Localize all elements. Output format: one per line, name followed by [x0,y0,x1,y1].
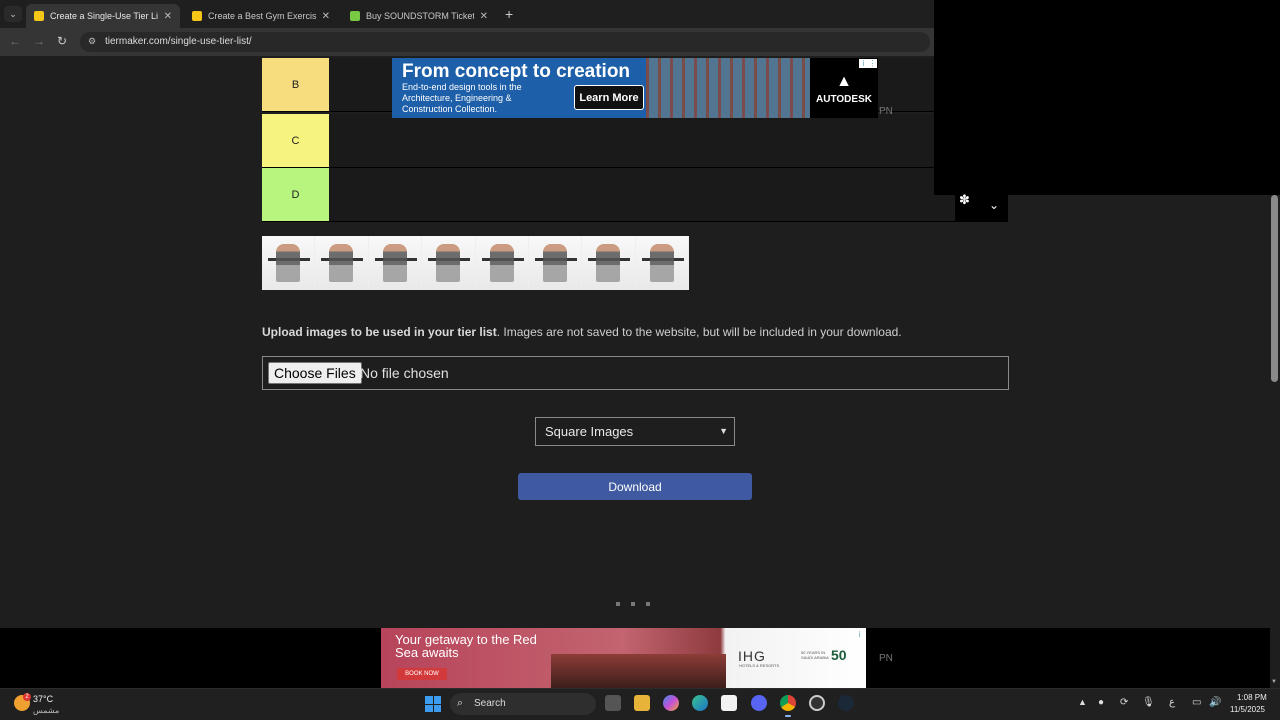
exercise-image[interactable] [635,236,689,290]
anniversary-logo: 50 [831,647,847,663]
ad-headline: Your getaway to the Red Sea awaits [395,632,537,660]
tab-title: Create a Best Gym Exercises (10 [208,11,316,21]
ad-pn-label: PN [879,106,893,117]
discord-icon[interactable] [751,695,767,711]
chevron-down-icon: ▼ [719,426,728,436]
app-icon[interactable] [809,695,825,711]
tab-search-button[interactable]: ⌄ [4,6,22,22]
weather-temperature[interactable]: 37°C [33,694,53,704]
steam-icon[interactable] [838,695,854,711]
image-shape-selected: Square Images [545,424,634,439]
taskbar-search-label: Search [474,698,506,709]
clock-date[interactable]: 11/5/2025 [1230,705,1265,714]
task-view-icon[interactable] [605,695,621,711]
upload-instructions-bold: Upload images to be used in your tier li… [262,325,497,339]
exercise-image[interactable] [315,236,369,290]
upload-instructions-rest: . Images are not saved to the website, b… [496,325,902,339]
ad-subtext: End-to-end design tools in the Architect… [402,82,522,114]
close-tab-icon[interactable]: ✕ [480,11,488,22]
exercise-image[interactable] [262,236,316,290]
taskbar-search[interactable] [450,693,596,715]
chrome-running-indicator [785,715,791,717]
clock-time[interactable]: 1:08 PM [1237,693,1267,702]
exercise-image[interactable] [422,236,476,290]
tier-row-c: C [262,114,1008,168]
site-info-icon[interactable]: ⚙ [88,36,96,47]
sync-icon[interactable]: ⟳ [1120,697,1128,708]
tier-row-d: D [262,168,1008,222]
tier-label-d[interactable]: D [262,168,329,221]
exercise-image[interactable] [475,236,529,290]
weather-badge: 2 [23,693,31,701]
back-icon[interactable]: ← [9,34,21,48]
tiermaker-favicon-icon [34,11,44,21]
scroll-down-arrow-icon[interactable]: ▼ [1271,679,1277,685]
ad-partner-text: 50 YEARS IN SAUDI ARABIA [801,650,829,660]
adchoices-icon[interactable]: i [855,630,864,639]
copilot-icon[interactable] [663,695,679,711]
tab-gym-exercises[interactable]: Create a Best Gym Exercises (10 ✕ [184,4,338,28]
close-tab-icon[interactable]: ✕ [164,11,172,22]
download-button[interactable]: Download [518,473,752,500]
reload-icon[interactable]: ↻ [57,34,67,48]
file-explorer-icon[interactable] [634,695,650,711]
search-icon: ⌕ [457,697,464,709]
tab-title: Create a Single-Use Tier List (P [50,11,158,21]
weather-condition[interactable]: مشمس [33,706,59,715]
store-icon[interactable] [721,695,737,711]
ad-headline: From concept to creation [402,61,631,82]
ad-brand-name: AUTODESK [816,94,872,105]
scrollbar-thumb[interactable] [1271,195,1278,382]
url-text[interactable]: tiermaker.com/single-use-tier-list/ [105,36,252,47]
ad-building-image [646,58,810,118]
tab-soundstorm[interactable]: Buy SOUNDSTORM Tickets 202 ✕ [342,4,496,28]
exercise-image[interactable] [582,236,636,290]
tier-label-c[interactable]: C [262,114,329,167]
ihg-logo: IHG [738,648,766,664]
tier-label-b[interactable]: B [262,58,329,111]
exercise-image[interactable] [368,236,423,290]
chevron-down-icon[interactable]: ⌄ [989,198,999,212]
tray-app-icon[interactable]: ● [1098,697,1104,708]
ad-resort-image [551,654,726,688]
ihg-subtitle: HOTELS & RESORTS [739,663,780,668]
chevron-up-icon[interactable]: ▲ [1078,697,1087,707]
edge-icon[interactable] [692,695,708,711]
widget-logo-icon[interactable]: ✽ [959,192,970,208]
ihg-ad-banner[interactable]: Your getaway to the Red Sea awaits BOOK … [381,628,866,688]
autodesk-a-icon: ▲ [836,73,852,90]
network-icon[interactable]: ▭ [1192,697,1201,708]
soundstorm-favicon-icon [350,11,360,21]
exercise-image[interactable] [528,236,583,290]
chrome-icon[interactable] [780,695,796,711]
volume-icon[interactable]: 🔊 [1209,697,1221,708]
tab-tier-list[interactable]: Create a Single-Use Tier List (P ✕ [26,4,180,28]
close-tab-icon[interactable]: ✕ [322,11,330,22]
ad-book-now-button[interactable]: BOOK NOW [397,668,447,680]
floating-widget-controls: ✽ ⌄ [955,190,1008,222]
autodesk-ad-banner[interactable]: From concept to creation End-to-end desi… [392,58,878,118]
microphone-icon[interactable]: 🎙 [1142,697,1155,708]
image-shape-select[interactable]: Square Images ▼ [535,417,735,446]
ad-learn-more-button[interactable]: Learn More [574,85,644,110]
tab-title: Buy SOUNDSTORM Tickets 202 [366,11,474,21]
upload-instructions: Upload images to be used in your tier li… [262,325,902,339]
tiermaker-favicon-icon [192,11,202,21]
ad-menu-icon[interactable]: ⋮ [868,59,877,68]
choose-files-button[interactable]: Choose Files [268,362,362,384]
ad-pn-label: PN [879,653,893,664]
loading-indicator [616,602,650,606]
forward-icon[interactable]: → [33,34,45,48]
overlay-panel [934,0,1280,195]
language-indicator[interactable]: ع [1169,697,1175,708]
image-pool [262,236,689,290]
file-status-text: No file chosen [360,365,449,381]
windows-start-icon[interactable] [425,696,441,712]
new-tab-button[interactable]: + [505,6,519,22]
adchoices-icon[interactable]: i [859,59,868,68]
